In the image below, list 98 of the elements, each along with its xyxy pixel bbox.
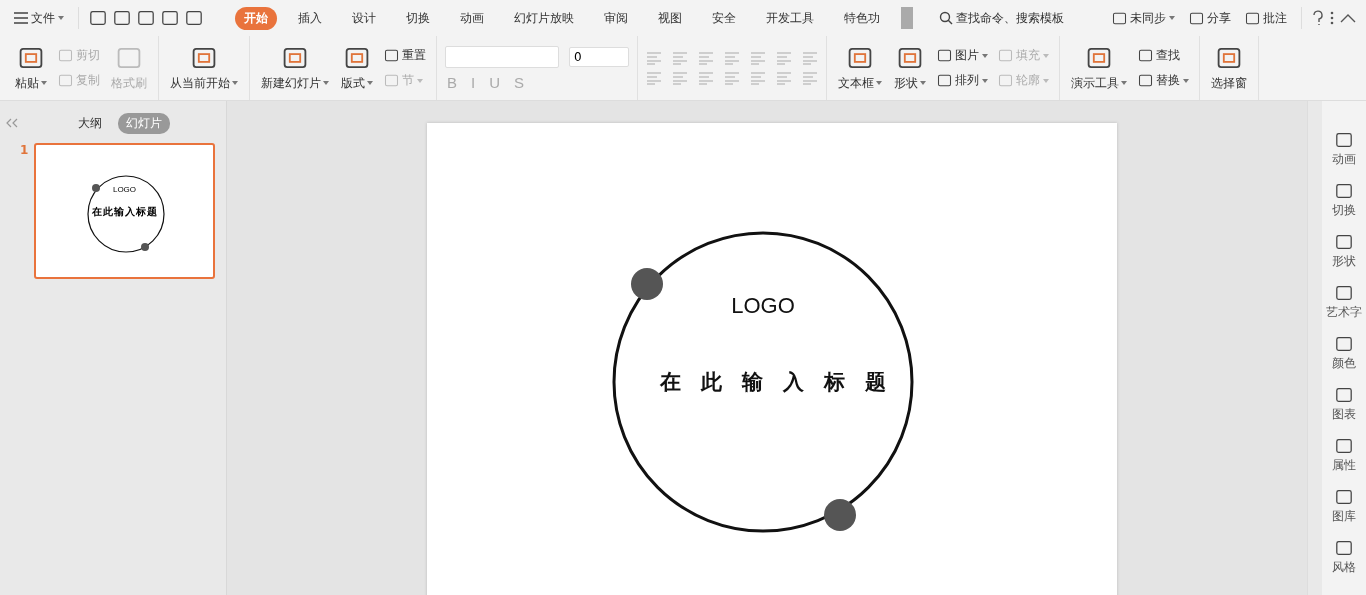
ribbon-button[interactable]: 替换 (1136, 71, 1191, 90)
square-icon (384, 73, 399, 88)
panel-button[interactable]: 图表 (1332, 386, 1356, 423)
ribbon-tab[interactable]: 幻灯片放映 (505, 6, 583, 30)
lines-icon (672, 71, 688, 85)
slide-title: 在此输入标题 (659, 368, 907, 396)
dot (824, 499, 856, 531)
ribbon-button[interactable]: 选择窗 (1208, 42, 1250, 94)
ribbon-button[interactable]: 重置 (382, 46, 428, 65)
double-chevron-icon (6, 117, 18, 128)
ribbon-button[interactable]: 排列 (935, 71, 990, 90)
dot (631, 268, 663, 300)
square-icon (58, 73, 73, 88)
square-icon (161, 9, 179, 27)
ribbon-button[interactable]: 形状 (891, 42, 929, 94)
lines-icon (698, 51, 714, 65)
lines-icon (646, 71, 662, 85)
square-icon (1112, 10, 1127, 26)
dot (141, 243, 149, 251)
ribbon-tab[interactable]: 动画 (451, 6, 493, 30)
ribbon-button[interactable]: 演示工具 (1068, 42, 1130, 94)
logo-text: LOGO (730, 293, 796, 319)
square-icon (1335, 131, 1353, 149)
panel-button[interactable]: 颜色 (1332, 335, 1356, 372)
collapse-icon[interactable] (1340, 13, 1356, 23)
square-icon (998, 48, 1013, 63)
square-icon (58, 48, 73, 63)
square-icon (1335, 284, 1353, 302)
ribbon-button[interactable]: 版式 (338, 42, 376, 94)
ribbon-button[interactable]: 粘贴 (12, 42, 50, 94)
square-icon (1335, 539, 1353, 557)
lines-icon (646, 51, 662, 65)
dot (92, 184, 100, 192)
ribbon-tab[interactable]: 安全 (703, 6, 745, 30)
font-name-field[interactable] (445, 45, 559, 68)
square-icon (998, 73, 1013, 88)
more-icon[interactable] (1330, 10, 1334, 26)
square-icon (1189, 10, 1204, 26)
square-icon (1138, 73, 1153, 88)
font-size-field[interactable]: 0 (569, 46, 629, 67)
panel-button[interactable]: 图库 (1332, 488, 1356, 525)
panel-button[interactable]: 艺术字 (1326, 284, 1362, 321)
square-icon (1335, 233, 1353, 251)
lines-icon (672, 51, 688, 65)
panel-tab[interactable]: 大纲 (70, 112, 110, 134)
slide-title: 在此输入标题 (91, 205, 158, 219)
slide-thumbnail[interactable]: LOGO 在此输入标题 (34, 143, 215, 279)
toolbar-button[interactable]: 未同步 (1108, 7, 1179, 29)
menu-icon (14, 12, 28, 24)
lines-icon (802, 51, 818, 65)
search-field[interactable]: 查找命令、搜索模板 (933, 8, 1070, 28)
square-icon (137, 9, 155, 27)
ribbon-tab[interactable]: 视图 (649, 6, 691, 30)
square-icon (1138, 48, 1153, 63)
panel-button[interactable]: 切换 (1332, 182, 1356, 219)
search-icon (939, 11, 953, 25)
ribbon-tab[interactable]: 切换 (397, 6, 439, 30)
panel-button[interactable]: 属性 (1332, 437, 1356, 474)
slide-number: 1 (20, 143, 30, 159)
toolbar-button[interactable]: 分享 (1185, 7, 1235, 29)
ribbon-tab[interactable]: 设计 (343, 6, 385, 30)
panel-button[interactable]: 动画 (1332, 131, 1356, 168)
lines-icon (776, 51, 792, 65)
logo-text: LOGO (112, 185, 137, 194)
square-icon (1335, 437, 1353, 455)
square-icon (1335, 488, 1353, 506)
panel-button[interactable]: 形状 (1332, 233, 1356, 270)
ribbon-tab[interactable]: 开发工具 (757, 6, 823, 30)
caret-icon (58, 16, 64, 20)
lines-icon (750, 71, 766, 85)
ribbon-button[interactable]: 文本框 (835, 42, 885, 94)
ribbon-tab[interactable]: 审阅 (595, 6, 637, 30)
lines-icon (802, 71, 818, 85)
file-menu[interactable]: 文件 (10, 7, 68, 29)
ribbon-button[interactable]: 从当前开始 (167, 42, 241, 94)
lines-icon (776, 71, 792, 85)
square-icon (89, 9, 107, 27)
toolbar-button[interactable]: 批注 (1241, 7, 1291, 29)
square-icon (384, 48, 399, 63)
ribbon-tab[interactable]: 插入 (289, 6, 331, 30)
square-icon (1245, 10, 1260, 26)
ribbon-tab[interactable]: 特色功 (835, 6, 889, 30)
lines-icon (724, 71, 740, 85)
ribbon-button[interactable]: 查找 (1136, 46, 1191, 65)
lines-icon (698, 71, 714, 85)
square-icon (1335, 335, 1353, 353)
ribbon-button[interactable]: 图片 (935, 46, 990, 65)
square-icon (185, 9, 203, 27)
square-icon (1335, 386, 1353, 404)
square-icon (937, 48, 952, 63)
lines-icon (724, 51, 740, 65)
square-icon (1335, 182, 1353, 200)
square-icon (113, 9, 131, 27)
lines-icon (750, 51, 766, 65)
help-icon[interactable] (1312, 10, 1324, 26)
square-icon (937, 73, 952, 88)
panel-button[interactable]: 风格 (1332, 539, 1356, 576)
ribbon-button[interactable]: 新建幻灯片 (258, 42, 332, 94)
